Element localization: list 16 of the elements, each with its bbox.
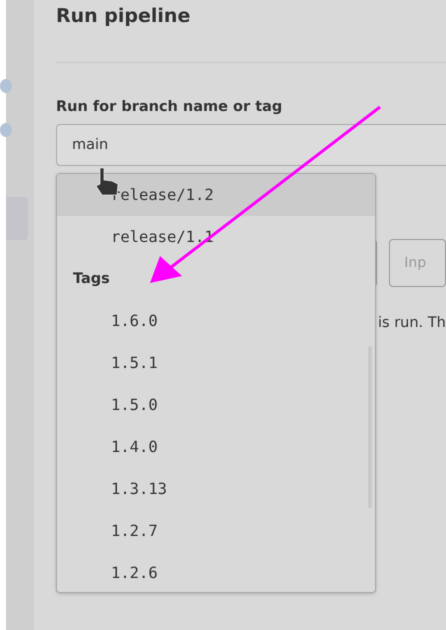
group-header: Tags (72, 270, 111, 289)
dropdown-option[interactable]: 1.6.0 (57, 300, 375, 342)
dropdown-option[interactable]: 1.2.7 (57, 510, 375, 552)
dropdown-option[interactable]: 1.5.1 (57, 342, 375, 384)
dropdown-option[interactable]: release/1.2 (57, 174, 375, 216)
status-dot (0, 123, 12, 137)
help-text: is run. Th (378, 315, 446, 331)
field-label: Run for branch name or tag (56, 99, 284, 115)
dropdown-option[interactable]: 1.2.6 (57, 552, 375, 592)
dropdown-option[interactable]: 1.5.0 (57, 384, 375, 426)
dropdown-option[interactable]: 1.3.13 (57, 468, 375, 510)
page-title: Run pipeline (56, 4, 192, 29)
status-dot (0, 79, 12, 93)
branch-input-field[interactable]: main (56, 124, 446, 166)
sidebar-item[interactable] (6, 197, 28, 240)
dropdown-option[interactable]: 1.4.0 (57, 426, 375, 468)
